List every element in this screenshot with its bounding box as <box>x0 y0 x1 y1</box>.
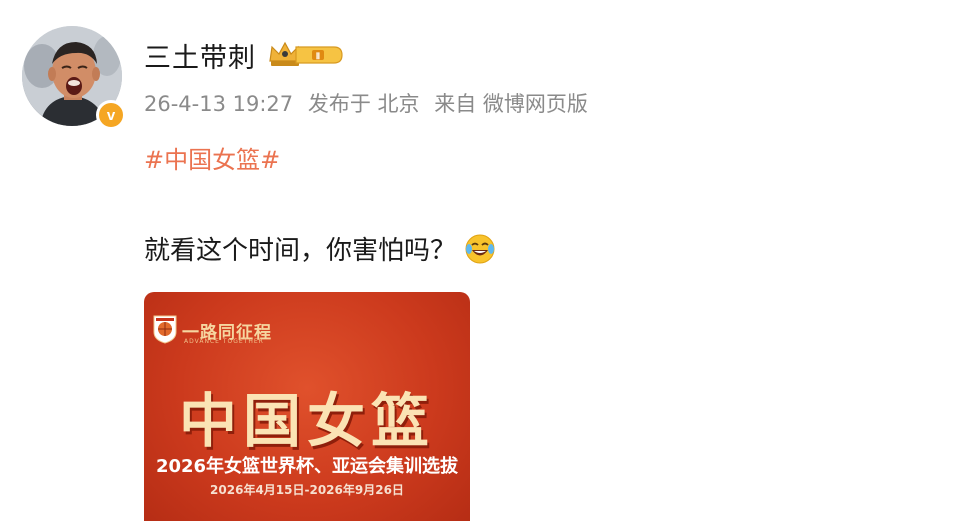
post-location: 发布于 北京 <box>307 92 420 116</box>
post-content: 就看这个时间，你害怕吗？ <box>144 230 496 267</box>
card-logo-subtitle: ADVANCE TOGETHER <box>184 338 264 345</box>
card-subtitle: 2026年女篮世界杯、亚运会集训选拔 <box>155 456 459 477</box>
post-source: 来自 微博网页版 <box>434 92 588 116</box>
avatar-container[interactable]: v <box>22 26 126 130</box>
hashtag-link[interactable]: #中国女篮# <box>144 140 280 175</box>
verified-icon: v <box>96 100 126 130</box>
weibo-post: v 三土带刺 Ⅱ 26-4-13 19:27 发布于 北京 来自 微博网页版 #… <box>0 0 960 521</box>
laugh-cry-emoji-icon <box>465 234 495 263</box>
crown-icon[interactable]: Ⅱ <box>268 39 344 69</box>
post-text: 就看这个时间，你害怕吗？ <box>144 236 457 266</box>
card-title: 中国女篮 <box>178 387 435 455</box>
badge-level: Ⅱ <box>316 51 320 61</box>
post-time[interactable]: 26-4-13 19:27 <box>144 92 293 116</box>
post-image[interactable]: 一路同征程 ADVANCE TOGETHER 中国女篮 2026年女篮世界杯、亚… <box>144 292 470 521</box>
card-dates: 2026年4月15日-2026年9月26日 <box>210 483 404 497</box>
post-meta: 26-4-13 19:27 发布于 北京 来自 微博网页版 <box>144 88 596 118</box>
basketball-association-logo-icon <box>153 315 177 344</box>
username[interactable]: 三土带刺 <box>144 36 256 75</box>
